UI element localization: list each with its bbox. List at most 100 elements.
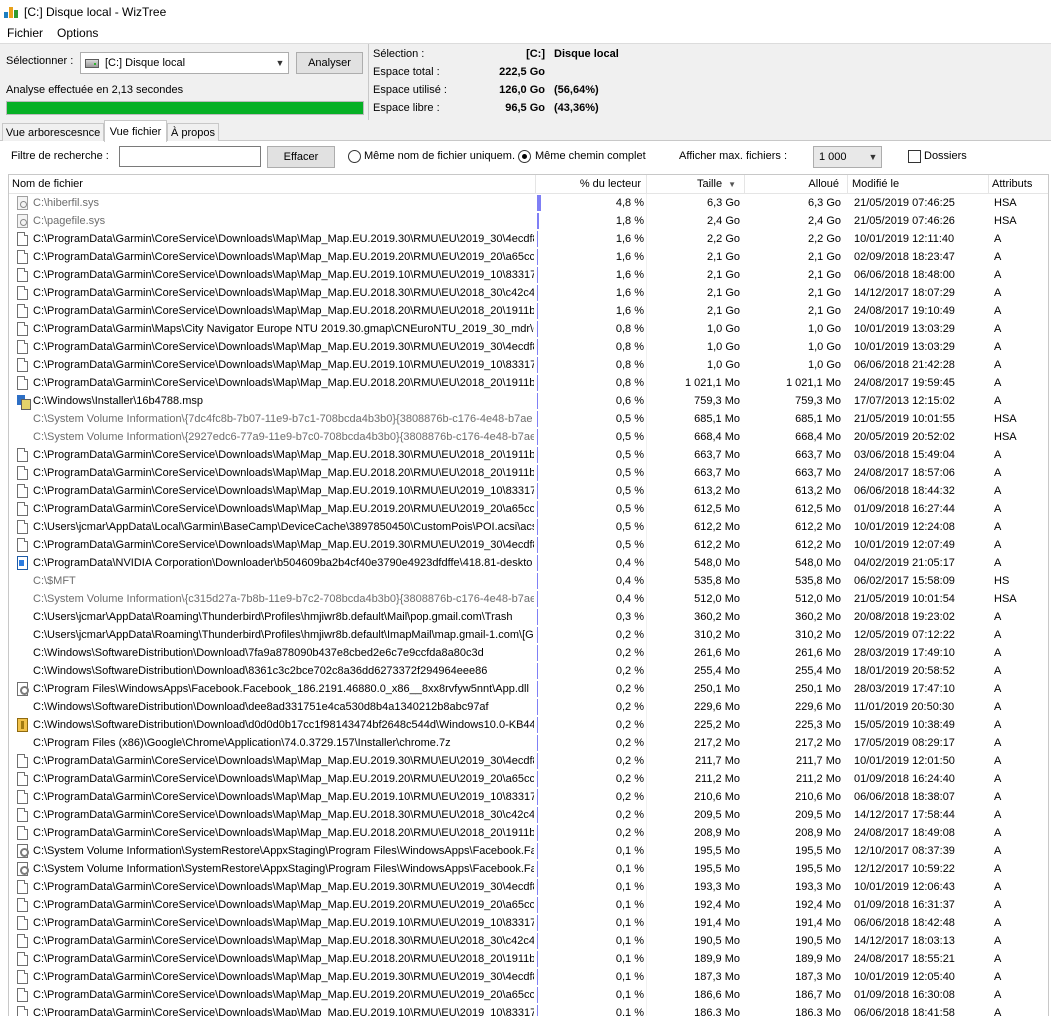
table-row[interactable]: C:\ProgramData\Garmin\CoreService\Downlo… [9,248,1048,266]
file-size: 208,9 Mo [694,827,740,839]
clear-filter-button[interactable]: Effacer [267,146,335,168]
menu-options[interactable]: Options [50,26,105,40]
table-row[interactable]: C:\ProgramData\Garmin\CoreService\Downlo… [9,896,1048,914]
file-percent: 1,8 % [615,215,644,227]
file-percent: 1,6 % [615,233,644,245]
file-allocated: 211,2 Mo [795,773,841,785]
file-allocated: 187,3 Mo [795,971,841,983]
table-row[interactable]: C:\System Volume Information\{7dc4fc8b-7… [9,410,1048,428]
file-allocated: 189,9 Mo [795,953,841,965]
same-filename-radio[interactable] [348,150,361,163]
file-name: C:\Windows\SoftwareDistribution\Download… [33,719,534,731]
file-allocated: 250,1 Mo [795,683,841,695]
table-row[interactable]: C:\ProgramData\Garmin\CoreService\Downlo… [9,266,1048,284]
file-name: C:\ProgramData\Garmin\CoreService\Downlo… [33,503,534,515]
table-row[interactable]: C:\ProgramData\Garmin\CoreService\Downlo… [9,374,1048,392]
table-row[interactable]: C:\ProgramData\Garmin\CoreService\Downlo… [9,914,1048,932]
table-row[interactable]: C:\ProgramData\NVIDIA Corporation\Downlo… [9,554,1048,572]
table-row[interactable]: C:\ProgramData\Garmin\CoreService\Downlo… [9,986,1048,1004]
file-allocated: 210,6 Mo [795,791,841,803]
table-row[interactable]: C:\ProgramData\Garmin\CoreService\Downlo… [9,230,1048,248]
folders-label[interactable]: Dossiers [924,150,967,162]
table-row[interactable]: C:\hiberfil.sys 4,8 % 6,3 Go 6,3 Go 21/05/20… [9,194,1048,212]
drive-select[interactable]: [C:] Disque local ▼ [80,52,289,74]
table-row[interactable]: C:\Program Files\WindowsApps\Facebook.Fa… [9,680,1048,698]
table-row[interactable]: C:\Windows\Installer\16b4788.msp 0,6 % 759… [9,392,1048,410]
file-attributes: A [994,701,1002,713]
table-row[interactable]: C:\ProgramData\Garmin\CoreService\Downlo… [9,806,1048,824]
table-row[interactable]: C:\ProgramData\Garmin\CoreService\Downlo… [9,536,1048,554]
file-size: 187,3 Mo [694,971,740,983]
same-full-path-radio[interactable] [518,150,531,163]
max-files-select[interactable]: 1 000 ▼ [813,146,882,168]
column-header-size[interactable]: Taille ▼ [647,175,745,194]
file-modified: 24/08/2017 18:57:06 [854,467,955,479]
table-row[interactable]: C:\Windows\SoftwareDistribution\Download… [9,698,1048,716]
search-filter-input[interactable] [119,146,261,167]
table-row[interactable]: C:\ProgramData\Garmin\CoreService\Downlo… [9,302,1048,320]
table-row[interactable]: C:\Users\jcmar\AppData\Local\Garmin\Base… [9,518,1048,536]
file-allocated: 186,7 Mo [795,989,841,1001]
file-size: 685,1 Mo [694,413,740,425]
column-header-percent[interactable]: % du lecteur [536,175,647,194]
table-row[interactable]: C:\ProgramData\Garmin\CoreService\Downlo… [9,770,1048,788]
column-header-allocated[interactable]: Alloué [745,175,848,194]
table-row[interactable]: C:\Users\jcmar\AppData\Roaming\Thunderbi… [9,626,1048,644]
same-full-path-label[interactable]: Même chemin complet [535,150,646,162]
analyze-button[interactable]: Analyser [296,52,363,74]
table-row[interactable]: C:\ProgramData\Garmin\CoreService\Downlo… [9,932,1048,950]
menu-fichier[interactable]: Fichier [0,26,50,40]
column-header-modified[interactable]: Modifié le [848,175,989,194]
file-attributes: HSA [994,215,1017,227]
table-row[interactable]: C:\ProgramData\Garmin\Maps\City Navigato… [9,320,1048,338]
table-row[interactable]: C:\Windows\SoftwareDistribution\Download… [9,716,1048,734]
tab-file-view[interactable]: Vue fichier [104,120,167,142]
table-row[interactable]: C:\ProgramData\Garmin\CoreService\Downlo… [9,338,1048,356]
table-row[interactable]: C:\Program Files (x86)\Google\Chrome\App… [9,734,1048,752]
column-header-filename[interactable]: Nom de fichier [9,175,536,194]
table-row[interactable]: C:\ProgramData\Garmin\CoreService\Downlo… [9,950,1048,968]
table-row[interactable]: C:\ProgramData\Garmin\CoreService\Downlo… [9,500,1048,518]
chevron-down-icon[interactable]: ▼ [865,152,881,162]
table-row[interactable]: C:\ProgramData\Garmin\CoreService\Downlo… [9,464,1048,482]
file-percent: 1,6 % [615,251,644,263]
table-row[interactable]: C:\System Volume Information\{c315d27a-7… [9,590,1048,608]
file-attributes: A [994,323,1002,335]
table-row[interactable]: C:\ProgramData\Garmin\CoreService\Downlo… [9,752,1048,770]
same-filename-label[interactable]: Même nom de fichier uniquem. [364,150,515,162]
file-name: C:\ProgramData\Garmin\CoreService\Downlo… [33,341,534,353]
file-attributes: A [994,683,1002,695]
used-space-value: 126,0 Go [499,84,545,96]
tab-tree-view[interactable]: Vue arborescesnce [2,123,104,141]
table-row[interactable]: C:\ProgramData\Garmin\CoreService\Downlo… [9,356,1048,374]
file-attributes: HS [994,575,1010,587]
tab-about[interactable]: À propos [167,123,219,141]
table-row[interactable]: C:\System Volume Information\SystemResto… [9,860,1048,878]
select-drive-label: Sélectionner : [6,55,74,67]
table-row[interactable]: C:\ProgramData\Garmin\CoreService\Downlo… [9,1004,1048,1016]
table-row[interactable]: C:\Windows\SoftwareDistribution\Download… [9,662,1048,680]
table-row[interactable]: C:\ProgramData\Garmin\CoreService\Downlo… [9,482,1048,500]
chevron-down-icon[interactable]: ▼ [272,58,288,68]
file-attributes: A [994,449,1002,461]
table-row[interactable]: C:\ProgramData\Garmin\CoreService\Downlo… [9,824,1048,842]
table-row[interactable]: C:\ProgramData\Garmin\CoreService\Downlo… [9,788,1048,806]
file-percent: 0,5 % [615,413,644,425]
table-row[interactable]: C:\ProgramData\Garmin\CoreService\Downlo… [9,446,1048,464]
table-row[interactable]: C:\$MFT 0,4 % 535,8 Mo 535,8 Mo 06/02/2017 1… [9,572,1048,590]
table-row[interactable]: C:\System Volume Information\SystemResto… [9,842,1048,860]
file-allocated: 193,3 Mo [795,881,841,893]
folders-checkbox[interactable] [908,150,921,163]
file-percent: 0,3 % [615,611,644,623]
file-percent: 0,4 % [615,575,644,587]
table-row[interactable]: C:\ProgramData\Garmin\CoreService\Downlo… [9,968,1048,986]
table-row[interactable]: C:\System Volume Information\{2927edc6-7… [9,428,1048,446]
column-header-attributes[interactable]: Attributs [989,175,1048,194]
table-row[interactable]: C:\Windows\SoftwareDistribution\Download… [9,644,1048,662]
table-row[interactable]: C:\ProgramData\Garmin\CoreService\Downlo… [9,284,1048,302]
table-row[interactable]: C:\pagefile.sys 1,8 % 2,4 Go 2,4 Go 21/05/20… [9,212,1048,230]
file-percent: 0,1 % [615,989,644,1001]
table-row[interactable]: C:\Users\jcmar\AppData\Roaming\Thunderbi… [9,608,1048,626]
table-row[interactable]: C:\ProgramData\Garmin\CoreService\Downlo… [9,878,1048,896]
file-allocated: 2,1 Go [807,305,841,317]
